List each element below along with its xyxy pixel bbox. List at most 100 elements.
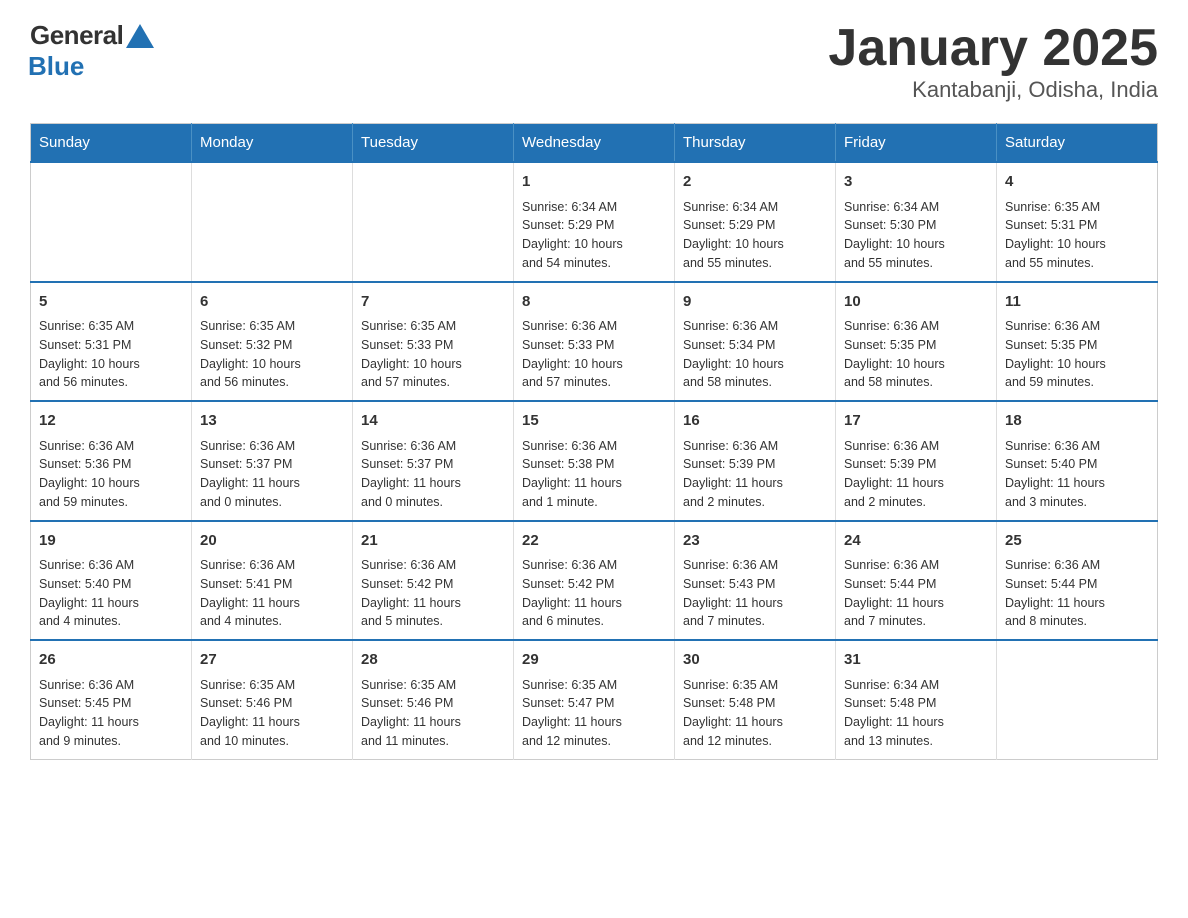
day-info-text: Daylight: 11 hours	[844, 594, 988, 613]
day-number: 28	[361, 649, 505, 672]
day-number: 20	[200, 530, 344, 553]
day-info-text: Sunrise: 6:36 AM	[522, 317, 666, 336]
day-info-text: and 59 minutes.	[39, 493, 183, 512]
week-row-4: 19Sunrise: 6:36 AMSunset: 5:40 PMDayligh…	[31, 521, 1158, 641]
day-number: 23	[683, 530, 827, 553]
day-info-text: Daylight: 11 hours	[39, 594, 183, 613]
day-number: 12	[39, 410, 183, 433]
day-info-text: and 55 minutes.	[683, 254, 827, 273]
day-info-text: Daylight: 11 hours	[39, 713, 183, 732]
weekday-header-row: SundayMondayTuesdayWednesdayThursdayFrid…	[31, 124, 1158, 163]
day-info-text: and 5 minutes.	[361, 612, 505, 631]
day-number: 5	[39, 291, 183, 314]
day-info-text: Sunrise: 6:36 AM	[1005, 317, 1149, 336]
weekday-header-sunday: Sunday	[31, 124, 192, 163]
day-info-text: Sunrise: 6:36 AM	[844, 437, 988, 456]
weekday-header-thursday: Thursday	[675, 124, 836, 163]
day-info-text: Sunset: 5:35 PM	[844, 336, 988, 355]
day-number: 4	[1005, 171, 1149, 194]
day-info-text: and 55 minutes.	[844, 254, 988, 273]
day-info-text: Daylight: 10 hours	[844, 235, 988, 254]
calendar-cell	[997, 640, 1158, 759]
day-number: 17	[844, 410, 988, 433]
day-info-text: Sunrise: 6:36 AM	[683, 317, 827, 336]
day-info-text: and 11 minutes.	[361, 732, 505, 751]
calendar-cell	[192, 162, 353, 282]
day-info-text: Daylight: 11 hours	[522, 474, 666, 493]
calendar-cell: 14Sunrise: 6:36 AMSunset: 5:37 PMDayligh…	[353, 401, 514, 521]
calendar-cell: 24Sunrise: 6:36 AMSunset: 5:44 PMDayligh…	[836, 521, 997, 641]
weekday-header-monday: Monday	[192, 124, 353, 163]
calendar-cell: 22Sunrise: 6:36 AMSunset: 5:42 PMDayligh…	[514, 521, 675, 641]
day-info-text: Daylight: 10 hours	[1005, 355, 1149, 374]
day-number: 3	[844, 171, 988, 194]
calendar-cell: 7Sunrise: 6:35 AMSunset: 5:33 PMDaylight…	[353, 282, 514, 402]
weekday-header-friday: Friday	[836, 124, 997, 163]
title-section: January 2025 Kantabanji, Odisha, India	[828, 20, 1158, 103]
calendar-cell: 30Sunrise: 6:35 AMSunset: 5:48 PMDayligh…	[675, 640, 836, 759]
day-info-text: Sunset: 5:45 PM	[39, 694, 183, 713]
day-info-text: Daylight: 11 hours	[200, 713, 344, 732]
day-info-text: Sunrise: 6:36 AM	[522, 437, 666, 456]
day-info-text: Sunset: 5:35 PM	[1005, 336, 1149, 355]
day-info-text: Sunrise: 6:36 AM	[683, 437, 827, 456]
day-info-text: Daylight: 10 hours	[683, 355, 827, 374]
day-info-text: and 54 minutes.	[522, 254, 666, 273]
day-info-text: Sunrise: 6:34 AM	[522, 198, 666, 217]
day-number: 24	[844, 530, 988, 553]
calendar-cell: 15Sunrise: 6:36 AMSunset: 5:38 PMDayligh…	[514, 401, 675, 521]
day-info-text: Sunrise: 6:34 AM	[683, 198, 827, 217]
day-info-text: and 0 minutes.	[361, 493, 505, 512]
day-number: 16	[683, 410, 827, 433]
day-info-text: Daylight: 10 hours	[522, 355, 666, 374]
day-number: 19	[39, 530, 183, 553]
day-info-text: and 9 minutes.	[39, 732, 183, 751]
calendar-cell: 16Sunrise: 6:36 AMSunset: 5:39 PMDayligh…	[675, 401, 836, 521]
day-info-text: Daylight: 10 hours	[39, 355, 183, 374]
day-info-text: Sunset: 5:34 PM	[683, 336, 827, 355]
day-info-text: Daylight: 11 hours	[683, 713, 827, 732]
weekday-header-tuesday: Tuesday	[353, 124, 514, 163]
day-info-text: Sunset: 5:39 PM	[683, 455, 827, 474]
day-info-text: Sunset: 5:43 PM	[683, 575, 827, 594]
day-info-text: Daylight: 10 hours	[683, 235, 827, 254]
day-info-text: Daylight: 11 hours	[844, 713, 988, 732]
day-number: 10	[844, 291, 988, 314]
day-info-text: Sunset: 5:41 PM	[200, 575, 344, 594]
day-info-text: Sunrise: 6:36 AM	[683, 556, 827, 575]
week-row-2: 5Sunrise: 6:35 AMSunset: 5:31 PMDaylight…	[31, 282, 1158, 402]
day-info-text: Sunset: 5:47 PM	[522, 694, 666, 713]
calendar-cell: 23Sunrise: 6:36 AMSunset: 5:43 PMDayligh…	[675, 521, 836, 641]
day-number: 8	[522, 291, 666, 314]
day-info-text: Daylight: 11 hours	[1005, 474, 1149, 493]
day-info-text: Sunset: 5:39 PM	[844, 455, 988, 474]
day-info-text: Sunrise: 6:35 AM	[1005, 198, 1149, 217]
calendar-cell: 4Sunrise: 6:35 AMSunset: 5:31 PMDaylight…	[997, 162, 1158, 282]
day-info-text: and 12 minutes.	[522, 732, 666, 751]
day-info-text: Sunset: 5:40 PM	[1005, 455, 1149, 474]
page-header: General Blue January 2025 Kantabanji, Od…	[30, 20, 1158, 103]
day-number: 21	[361, 530, 505, 553]
day-info-text: and 7 minutes.	[844, 612, 988, 631]
calendar-cell: 26Sunrise: 6:36 AMSunset: 5:45 PMDayligh…	[31, 640, 192, 759]
day-number: 9	[683, 291, 827, 314]
day-number: 18	[1005, 410, 1149, 433]
day-number: 29	[522, 649, 666, 672]
day-info-text: Sunset: 5:37 PM	[361, 455, 505, 474]
day-info-text: and 0 minutes.	[200, 493, 344, 512]
day-info-text: Sunrise: 6:36 AM	[200, 437, 344, 456]
calendar-cell: 19Sunrise: 6:36 AMSunset: 5:40 PMDayligh…	[31, 521, 192, 641]
calendar-cell: 20Sunrise: 6:36 AMSunset: 5:41 PMDayligh…	[192, 521, 353, 641]
day-number: 11	[1005, 291, 1149, 314]
day-info-text: and 12 minutes.	[683, 732, 827, 751]
day-info-text: Sunset: 5:29 PM	[683, 216, 827, 235]
calendar-cell: 3Sunrise: 6:34 AMSunset: 5:30 PMDaylight…	[836, 162, 997, 282]
calendar-cell: 12Sunrise: 6:36 AMSunset: 5:36 PMDayligh…	[31, 401, 192, 521]
day-info-text: Daylight: 11 hours	[361, 474, 505, 493]
day-info-text: Daylight: 10 hours	[39, 474, 183, 493]
calendar-cell: 17Sunrise: 6:36 AMSunset: 5:39 PMDayligh…	[836, 401, 997, 521]
day-number: 26	[39, 649, 183, 672]
day-info-text: Daylight: 10 hours	[844, 355, 988, 374]
day-info-text: Sunrise: 6:36 AM	[39, 556, 183, 575]
calendar-table: SundayMondayTuesdayWednesdayThursdayFrid…	[30, 123, 1158, 760]
